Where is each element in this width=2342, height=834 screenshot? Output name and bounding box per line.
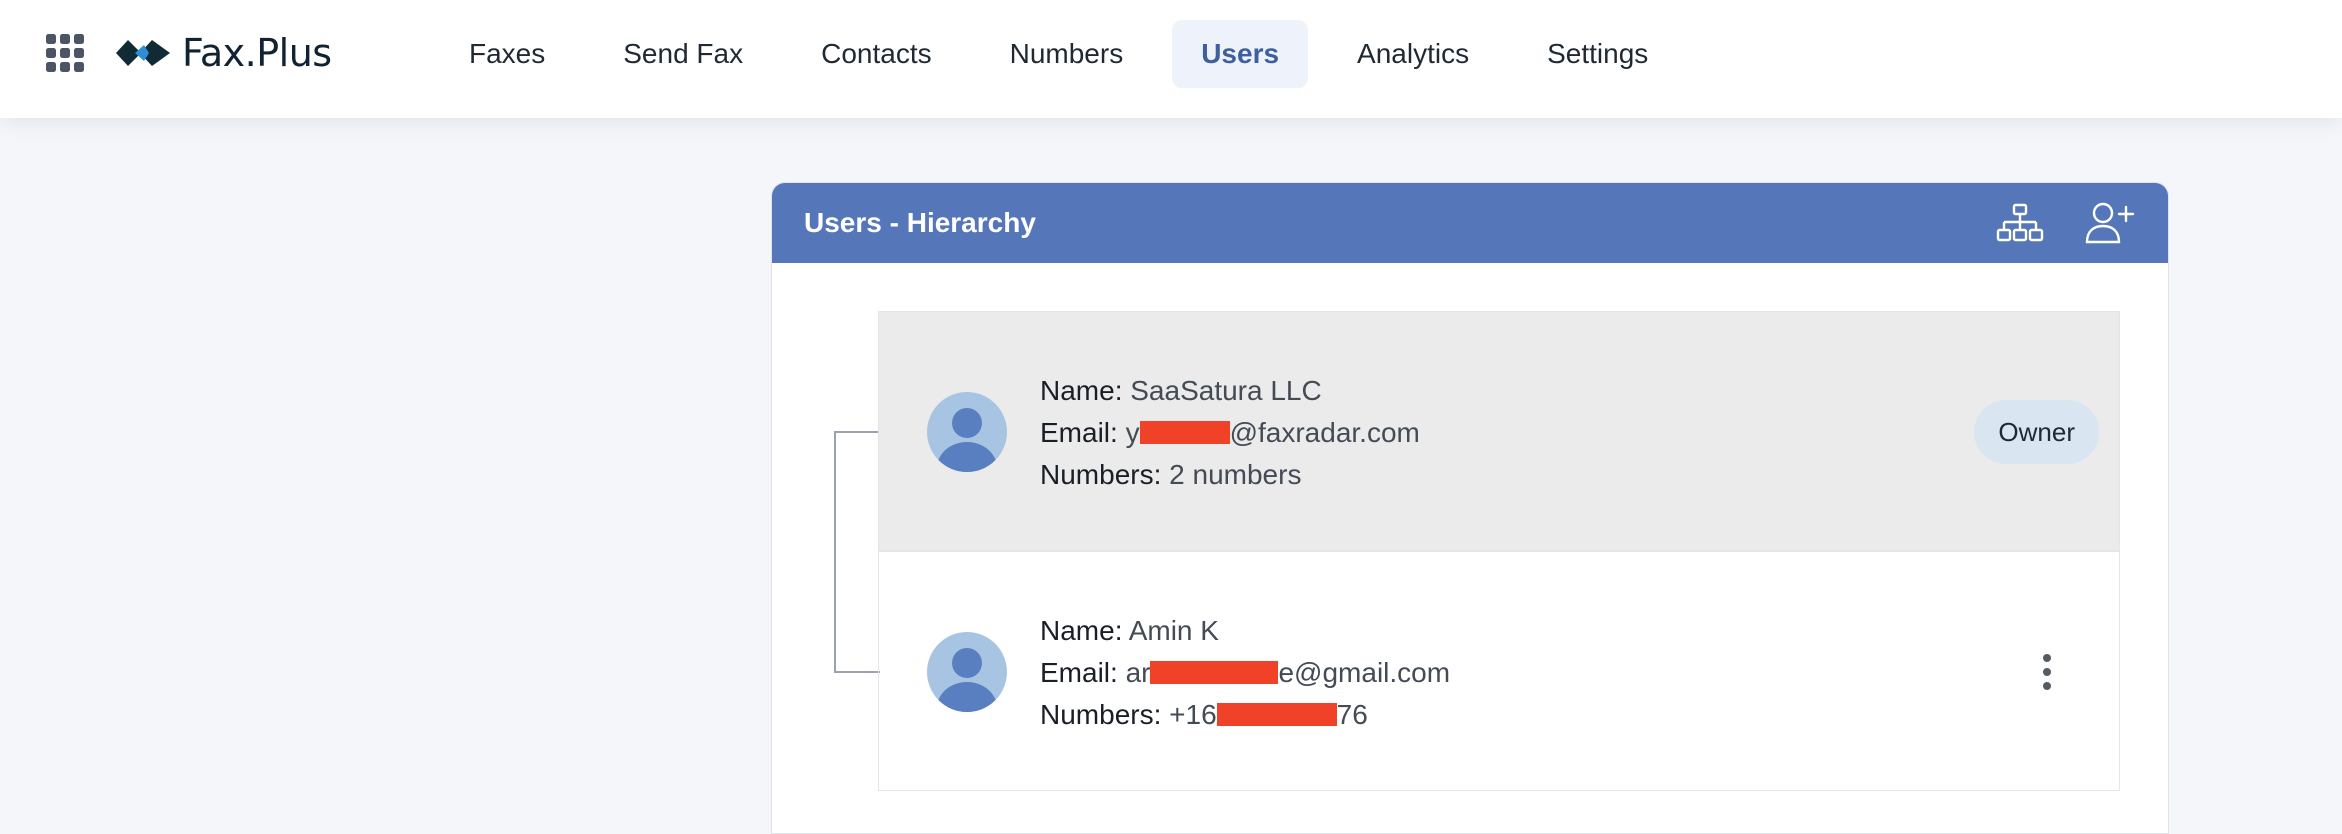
hierarchy-icon: [1996, 203, 2044, 242]
numbers-label: Numbers:: [1040, 699, 1162, 730]
hierarchy-view-button[interactable]: [1994, 197, 2046, 249]
user-numbers-line: Numbers: +16 76: [1040, 694, 1450, 736]
main-nav: Faxes Send Fax Contacts Numbers Users An…: [440, 20, 1697, 88]
email-label: Email:: [1040, 657, 1118, 688]
nav-item-analytics[interactable]: Analytics: [1328, 20, 1498, 88]
user-row-member[interactable]: Name: Amin K Email: ar e@gmail.com Number…: [878, 551, 2120, 791]
name-label: Name:: [1040, 375, 1123, 406]
owner-badge: Owner: [1974, 400, 2099, 464]
card-header: Users - Hierarchy: [772, 183, 2168, 263]
redacted-email: [1139, 421, 1230, 444]
user-email-suffix: e@gmail.com: [1278, 657, 1451, 688]
more-vertical-icon-dot: [2043, 682, 2051, 690]
fax-plus-logo-icon: [116, 40, 170, 66]
more-options-button[interactable]: [2035, 648, 2059, 696]
nav-item-contacts[interactable]: Contacts: [792, 20, 961, 88]
card-header-actions: [1994, 197, 2136, 249]
user-name-line: Name: SaaSatura LLC: [1040, 370, 1420, 412]
numbers-label: Numbers:: [1040, 459, 1162, 490]
redacted-email: [1150, 661, 1279, 684]
user-name: SaaSatura LLC: [1130, 375, 1322, 406]
nav-item-users[interactable]: Users: [1172, 20, 1309, 88]
top-navigation-bar: Fax.Plus Faxes Send Fax Contacts Numbers…: [0, 0, 2342, 118]
tree-connector-vertical: [834, 431, 836, 673]
user-email-suffix: @faxradar.com: [1229, 417, 1420, 448]
users-hierarchy-card: Users - Hierarchy Name: SaaSatura LLC Em…: [771, 182, 2169, 834]
user-name: Amin K: [1128, 615, 1219, 646]
nav-item-faxes[interactable]: Faxes: [440, 20, 574, 88]
user-info: Name: Amin K Email: ar e@gmail.com Number…: [1040, 610, 1450, 736]
user-row-owner[interactable]: Name: SaaSatura LLC Email: y @faxradar.co…: [878, 311, 2120, 551]
brand-name: Fax.Plus: [182, 31, 332, 75]
user-info: Name: SaaSatura LLC Email: y @faxradar.co…: [1040, 370, 1420, 496]
email-label: Email:: [1040, 417, 1118, 448]
user-email-line: Email: y @faxradar.com: [1040, 412, 1420, 454]
user-number-prefix: +16: [1169, 699, 1217, 730]
brand-logo[interactable]: Fax.Plus: [114, 30, 332, 76]
user-email-line: Email: ar e@gmail.com: [1040, 652, 1450, 694]
add-user-button[interactable]: [2084, 197, 2136, 249]
more-vertical-icon: [2043, 654, 2051, 662]
add-user-icon: [2085, 202, 2135, 244]
user-numbers-line: Numbers: 2 numbers: [1040, 454, 1420, 496]
apps-grid-icon[interactable]: [46, 34, 84, 72]
user-number-suffix: 76: [1336, 699, 1368, 730]
card-title: Users - Hierarchy: [804, 207, 1036, 238]
user-email-prefix: y: [1125, 417, 1140, 448]
nav-item-send-fax[interactable]: Send Fax: [594, 20, 772, 88]
tree-connector-member: [834, 671, 880, 673]
user-avatar-icon: [927, 392, 1007, 472]
more-vertical-icon-dot: [2043, 668, 2051, 676]
user-numbers: 2 numbers: [1169, 459, 1302, 490]
name-label: Name:: [1040, 615, 1123, 646]
redacted-number: [1216, 703, 1337, 726]
user-email-prefix: ar: [1125, 657, 1151, 688]
nav-item-numbers[interactable]: Numbers: [981, 20, 1153, 88]
user-name-line: Name: Amin K: [1040, 610, 1450, 652]
user-avatar-icon: [927, 632, 1007, 712]
nav-item-settings[interactable]: Settings: [1518, 20, 1677, 88]
tree-connector-owner: [834, 431, 880, 433]
